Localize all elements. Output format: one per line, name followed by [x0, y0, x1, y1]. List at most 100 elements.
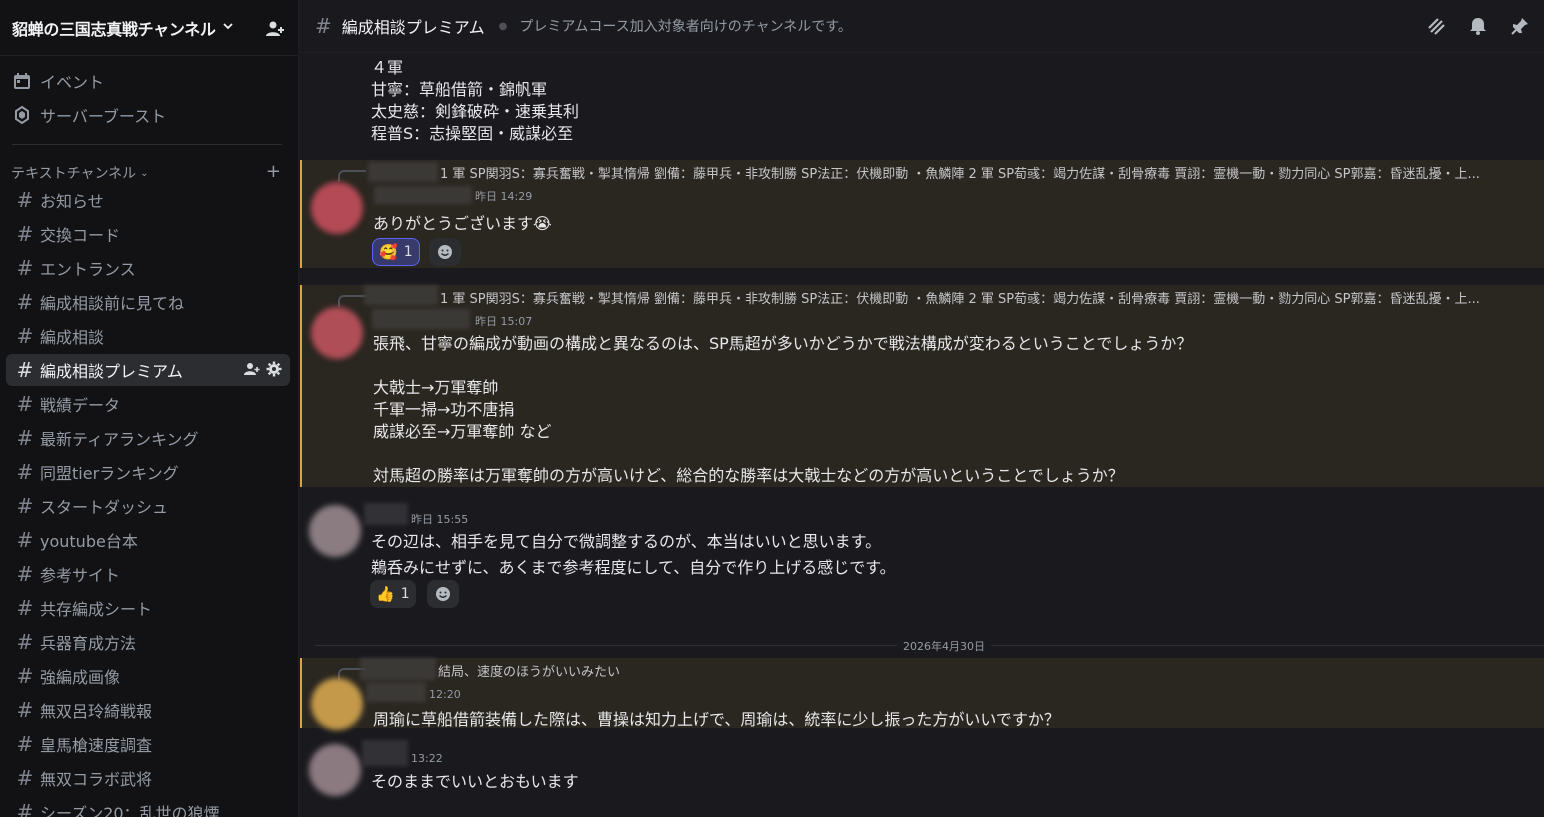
- message-continuation: ４軍 甘寧：草船借箭・錦帆軍 太史慈：剣鋒破砕・速乗其利 程普S：志操堅固・威謀…: [300, 54, 1544, 154]
- message-line: 千軍一掃→功不唐捐: [373, 400, 515, 419]
- category-label: テキストチャンネル: [11, 166, 137, 182]
- channel-label: 最新ティアランキング: [40, 430, 199, 449]
- username-redacted[interactable]: [362, 740, 408, 766]
- avatar[interactable]: [309, 744, 361, 796]
- sidebar-channel-item[interactable]: # 編成相談: [6, 320, 290, 352]
- message-item[interactable]: 1 軍 SP関羽S：寡兵奮戦・掣其惰帰 劉備：藤甲兵・非攻制勝 SP法正：伏機即…: [300, 285, 1544, 487]
- channel-label: 編成相談プレミアム: [40, 362, 183, 381]
- date-divider: 2026年4月30日: [315, 638, 1544, 654]
- message-item[interactable]: 結局、速度のほうがいいみたい 12:20 周瑜に草船借箭装備した際は、曹操は知力…: [300, 658, 1544, 730]
- hash-icon: #: [16, 256, 34, 280]
- message-list[interactable]: ４軍 甘寧：草船借箭・錦帆軍 太史慈：剣鋒破砕・速乗其利 程普S：志操堅固・威謀…: [300, 54, 1544, 817]
- chevron-down-icon: ⌄: [140, 167, 149, 179]
- timestamp: 12:20: [429, 688, 461, 701]
- events-item[interactable]: イベント: [12, 66, 104, 96]
- server-header[interactable]: 貂蝉の三国志真戦チャンネル: [0, 0, 298, 56]
- sidebar-channel-item[interactable]: # 同盟tierランキング: [6, 456, 290, 488]
- notification-bell-icon[interactable]: [1468, 16, 1488, 40]
- message-text: 周瑜に草船借箭装備した際は、曹操は知力上げで、周瑜は、統率に少し振った方がいいで…: [373, 710, 1060, 729]
- server-name: 貂蝉の三国志真戦チャンネル: [12, 19, 216, 39]
- reply-avatar-name-redacted: [360, 658, 436, 680]
- thumbs-up-emoji: 👍: [376, 585, 395, 603]
- reaction-button[interactable]: 🥰 1: [372, 238, 420, 266]
- sidebar-channel-item[interactable]: # 兵器育成方法: [6, 626, 290, 658]
- hash-icon: #: [16, 290, 34, 314]
- message-line: 鵜呑みにせずに、あくまで参考程度にして、自分で作り上げる感じです。: [371, 558, 896, 577]
- sidebar-channel-item[interactable]: # 皇馬槍速度調査: [6, 728, 290, 760]
- reply-preview[interactable]: 1 軍 SP関羽S：寡兵奮戦・掣其惰帰 劉備：藤甲兵・非攻制勝 SP法正：伏機即…: [440, 163, 1540, 182]
- sidebar-channel-item[interactable]: # 交換コード: [6, 218, 290, 250]
- add-reaction-button[interactable]: [427, 580, 459, 608]
- sidebar-channel-item[interactable]: # 最新ティアランキング: [6, 422, 290, 454]
- message-line: 対馬超の勝率は万軍奪帥の方が高いけど、総合的な勝率は大戟士などの方が高いというこ…: [373, 466, 1124, 485]
- hash-icon: #: [16, 562, 34, 586]
- reaction-button[interactable]: 👍 1: [370, 580, 416, 608]
- create-channel-plus-icon[interactable]: +: [266, 161, 281, 182]
- sidebar-channel-item[interactable]: # youtube台本: [6, 524, 290, 556]
- category-header-text-channels[interactable]: テキストチャンネル ⌄ +: [11, 161, 287, 183]
- threads-icon[interactable]: [1426, 16, 1446, 40]
- channel-label: 兵器育成方法: [40, 634, 137, 653]
- sidebar-channel-item[interactable]: # 編成相談前に見てね: [6, 286, 290, 318]
- channel-label: スタートダッシュ: [40, 498, 169, 517]
- reply-preview[interactable]: 結局、速度のほうがいいみたい: [438, 661, 1038, 680]
- sidebar-channel-item[interactable]: # 共存編成シート: [6, 592, 290, 624]
- channel-label: 共存編成シート: [40, 600, 153, 619]
- message-line: その辺は、相手を見て自分で微調整するのが、本当はいいと思います。: [371, 532, 882, 551]
- sidebar-channel-item[interactable]: # 強編成画像: [6, 660, 290, 692]
- message-item[interactable]: 1 軍 SP関羽S：寡兵奮戦・掣其惰帰 劉備：藤甲兵・非攻制勝 SP法正：伏機即…: [300, 160, 1544, 268]
- sidebar-channel-item[interactable]: # 無双コラボ武将: [6, 762, 290, 794]
- reaction-count: 1: [403, 244, 413, 260]
- message-item[interactable]: 13:22 そのままでいいとおもいます: [300, 738, 1544, 808]
- timestamp: 昨日 15:07: [475, 315, 533, 328]
- hash-icon: #: [16, 596, 34, 620]
- message-line: 張飛、甘寧の編成が動画の構成と異なるのは、SP馬超が多いかどうかで戦法構成が変わ…: [373, 334, 1193, 353]
- server-boost-item[interactable]: サーバーブースト: [12, 100, 166, 130]
- reply-avatar-name-redacted: [368, 162, 438, 182]
- username-redacted[interactable]: [374, 186, 472, 204]
- message-line: 太史慈：剣鋒破砕・速乗其利: [371, 102, 580, 121]
- username-redacted[interactable]: [366, 682, 426, 702]
- hash-icon: #: [16, 222, 34, 246]
- sidebar-channel-item[interactable]: # 参考サイト: [6, 558, 290, 590]
- channel-label: 交換コード: [40, 226, 121, 245]
- sidebar-channel-item[interactable]: # 戦績データ: [6, 388, 290, 420]
- sidebar-channel-item[interactable]: # お知らせ: [6, 184, 290, 216]
- avatar[interactable]: [311, 678, 363, 730]
- timestamp: 13:22: [411, 752, 443, 765]
- sidebar-channel-item[interactable]: # シーズン20：乱世の狼煙: [6, 796, 290, 817]
- message-item[interactable]: 昨日 15:55 その辺は、相手を見て自分で微調整するのが、本当はいいと思います…: [300, 500, 1544, 612]
- username-redacted[interactable]: [364, 503, 408, 525]
- timestamp: 昨日 15:55: [411, 513, 469, 526]
- channel-label: 強編成画像: [40, 668, 121, 687]
- hash-icon: #: [16, 188, 34, 212]
- channel-label: 戦績データ: [40, 396, 121, 415]
- hash-icon: #: [16, 664, 34, 688]
- pinned-messages-icon[interactable]: [1510, 16, 1530, 40]
- invite-member-icon[interactable]: [244, 361, 260, 381]
- invite-people-icon[interactable]: [265, 19, 285, 39]
- channel-sidebar: 貂蝉の三国志真戦チャンネル イベント サーバーブースト テキストチャンネル ⌄ …: [0, 0, 299, 817]
- sidebar-channel-item[interactable]: # 無双呂玲綺戦報: [6, 694, 290, 726]
- reply-spine: [338, 170, 366, 182]
- username-redacted[interactable]: [372, 309, 470, 329]
- channel-topic[interactable]: プレミアムコース加入対象者向けのチャンネルです。: [519, 16, 852, 36]
- avatar[interactable]: [309, 505, 361, 557]
- sidebar-channel-item[interactable]: # 編成相談プレミアム: [6, 354, 290, 386]
- message-line: 程普S：志操堅固・威謀必至: [371, 124, 574, 143]
- message-line: 威謀必至→万軍奪帥 など: [373, 422, 552, 441]
- avatar[interactable]: [311, 307, 363, 359]
- channel-settings-gear-icon[interactable]: [266, 361, 282, 381]
- message-text: ありがとうございます😭: [373, 214, 552, 233]
- channel-label: 編成相談前に見てね: [40, 294, 185, 313]
- avatar[interactable]: [311, 182, 363, 234]
- hash-icon: #: [16, 698, 34, 722]
- channel-header: # 編成相談プレミアム ● プレミアムコース加入対象者向けのチャンネルです。: [300, 0, 1544, 53]
- message-line: 甘寧：草船借箭・錦帆軍: [371, 80, 548, 99]
- reply-preview[interactable]: 1 軍 SP関羽S：寡兵奮戦・掣其惰帰 劉備：藤甲兵・非攻制勝 SP法正：伏機即…: [440, 288, 1540, 307]
- hash-icon: #: [16, 494, 34, 518]
- sidebar-channel-item[interactable]: # スタートダッシュ: [6, 490, 290, 522]
- add-reaction-button[interactable]: [429, 238, 461, 266]
- reply-spine: [338, 295, 366, 307]
- sidebar-channel-item[interactable]: # エントランス: [6, 252, 290, 284]
